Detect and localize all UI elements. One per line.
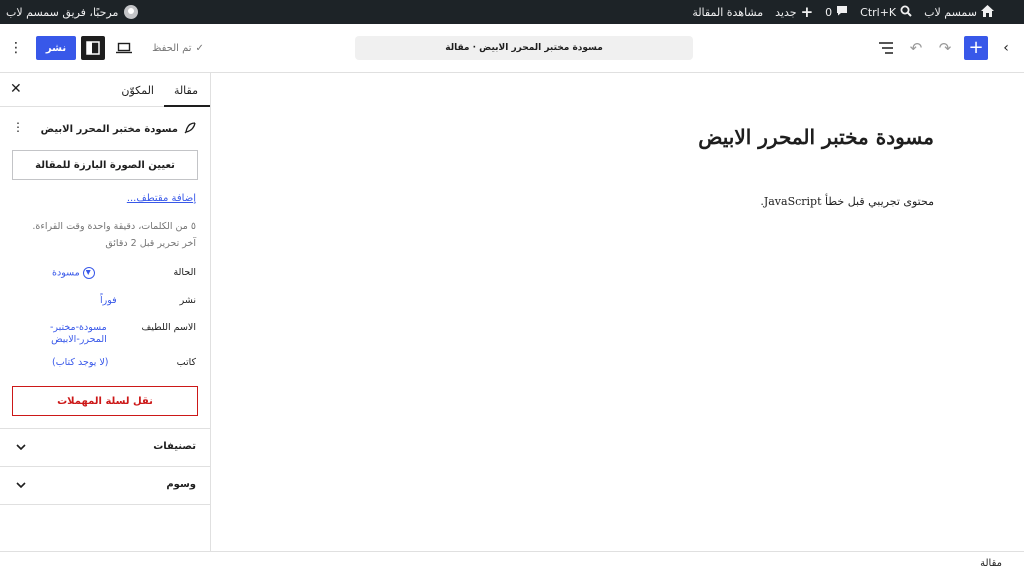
categories-panel[interactable]: تصنيفات xyxy=(0,428,210,466)
post-summary-title: مسودة مختبر المحرر الابيض xyxy=(40,123,178,135)
admin-bar-comments[interactable]: 0 xyxy=(819,0,854,24)
move-to-trash-button[interactable]: نقل لسلة المهملات xyxy=(12,386,198,416)
publish-label: نشر xyxy=(179,295,196,306)
paragraph-block[interactable]: محتوى تجريبي قبل خطأ JavaScript. xyxy=(760,195,934,208)
comments-count: 0 xyxy=(825,5,833,19)
sidebar-tabs: مقالة المكوّن ✕ xyxy=(0,73,210,107)
admin-bar-search[interactable]: Ctrl+K xyxy=(854,0,918,24)
list-view-icon[interactable] xyxy=(875,36,897,60)
site-name: سمسم لاب xyxy=(924,5,977,19)
close-icon[interactable]: ✕ xyxy=(10,81,22,97)
home-icon xyxy=(981,4,994,20)
admin-bar-site[interactable]: سمسم لاب xyxy=(918,0,1000,24)
sidebar-icon xyxy=(86,41,100,55)
saved-label: تم الحفظ xyxy=(152,42,192,54)
admin-bar-account[interactable]: مرحبًا، فريق سمسم لاب xyxy=(6,0,139,24)
view-post-label: مشاهدة المقالة xyxy=(692,5,764,19)
avatar xyxy=(124,5,139,19)
chevron-down-icon xyxy=(16,439,26,453)
device-preview-button[interactable] xyxy=(113,36,135,60)
status-label: الحالة xyxy=(173,267,196,278)
status-value: مسودة xyxy=(52,267,80,279)
author-button[interactable]: (لا يوجد كتاب) xyxy=(52,357,109,368)
slug-line-1: مسودة-مختبر- xyxy=(50,322,107,333)
slug-label: الاسم اللطيف xyxy=(141,322,196,333)
tags-title: وسوم xyxy=(166,479,196,490)
status-row: الحالة مسودة xyxy=(10,267,196,283)
redo-icon[interactable]: ↷ xyxy=(934,36,956,60)
publish-row: نشر فوراً xyxy=(10,295,196,311)
new-label: جديد xyxy=(775,5,797,19)
categories-title: تصنيفات xyxy=(153,441,196,452)
tab-block-label: المكوّن xyxy=(121,83,154,97)
laptop-icon xyxy=(116,42,132,54)
admin-bar-new[interactable]: + جديد xyxy=(769,0,819,24)
word-count-text: ٥ من الكلمات، دقيقة واحدة وقت القراءة. xyxy=(32,221,196,232)
comment-icon xyxy=(836,5,848,19)
settings-sidebar-toggle[interactable] xyxy=(81,36,105,60)
admin-bar: سمسم لاب Ctrl+K 0 + جديد مشاهدة المقالة … xyxy=(0,0,1024,24)
greeting: مرحبًا، فريق سمسم لاب xyxy=(6,5,119,19)
publish-button[interactable]: نشر xyxy=(36,36,76,60)
chevron-down-icon xyxy=(16,477,26,491)
draft-status-icon xyxy=(82,267,95,279)
post-title[interactable]: مسودة مختبر المحرر الابيض xyxy=(698,125,934,149)
settings-sidebar: مقالة المكوّن ✕ مسودة مختبر المحرر الابي… xyxy=(0,73,211,551)
admin-bar-view-post[interactable]: مشاهدة المقالة xyxy=(686,0,769,24)
post-stats: ٥ من الكلمات، دقيقة واحدة وقت القراءة. آ… xyxy=(10,218,196,252)
chevron-left-icon[interactable]: ‹ xyxy=(996,36,1016,60)
tab-block[interactable]: المكوّن xyxy=(121,73,154,107)
author-row: كاتب (لا يوجد كتاب) xyxy=(10,357,196,373)
block-inserter-button[interactable]: + xyxy=(964,36,988,60)
plus-icon: + xyxy=(800,3,814,21)
publish-date-button[interactable]: فوراً xyxy=(100,295,117,306)
slug-button[interactable]: مسودة-مختبر- المحرر-الابيض xyxy=(50,322,107,346)
feather-icon xyxy=(184,121,196,137)
tab-post-label: مقالة xyxy=(173,83,198,97)
saved-status: تم الحفظ ✓ xyxy=(148,36,208,60)
document-bar[interactable]: مسودة مختبر المحرر الابيض · مقالة xyxy=(355,36,693,60)
options-menu-icon[interactable]: ⋮ xyxy=(8,36,24,60)
author-label: كاتب xyxy=(176,357,196,368)
panel-divider xyxy=(0,504,210,505)
status-value-button[interactable]: مسودة xyxy=(52,267,99,279)
editor-header: ⋮ نشر تم الحفظ ✓ مسودة مختبر المحرر الاب… xyxy=(0,24,1024,73)
breadcrumb-item[interactable]: مقالة xyxy=(980,558,1002,569)
slug-line-2: المحرر-الابيض xyxy=(51,334,107,345)
last-edited-text: آخر تحرير قبل 2 دقائق xyxy=(105,238,196,249)
add-excerpt-link[interactable]: إضافة مقتطف... xyxy=(127,193,196,204)
block-breadcrumb-bar: مقالة xyxy=(0,551,1024,576)
more-actions-icon[interactable]: ⋮ xyxy=(12,120,24,134)
undo-icon[interactable]: ↶ xyxy=(905,36,927,60)
search-icon xyxy=(900,5,912,20)
wordpress-logo-icon[interactable] xyxy=(1000,0,1024,24)
editor-canvas[interactable]: مسودة مختبر المحرر الابيض محتوى تجريبي ق… xyxy=(211,73,1024,551)
check-icon: ✓ xyxy=(195,42,204,54)
post-summary: مسودة مختبر المحرر الابيض xyxy=(10,120,196,138)
tab-post[interactable]: مقالة xyxy=(172,73,200,107)
set-featured-image-button[interactable]: تعيين الصورة البارزة للمقالة xyxy=(12,150,198,180)
slug-row: الاسم اللطيف مسودة-مختبر- المحرر-الابيض xyxy=(10,322,196,348)
active-tab-indicator xyxy=(164,105,210,107)
search-shortcut: Ctrl+K xyxy=(860,5,897,19)
tags-panel[interactable]: وسوم xyxy=(0,466,210,504)
